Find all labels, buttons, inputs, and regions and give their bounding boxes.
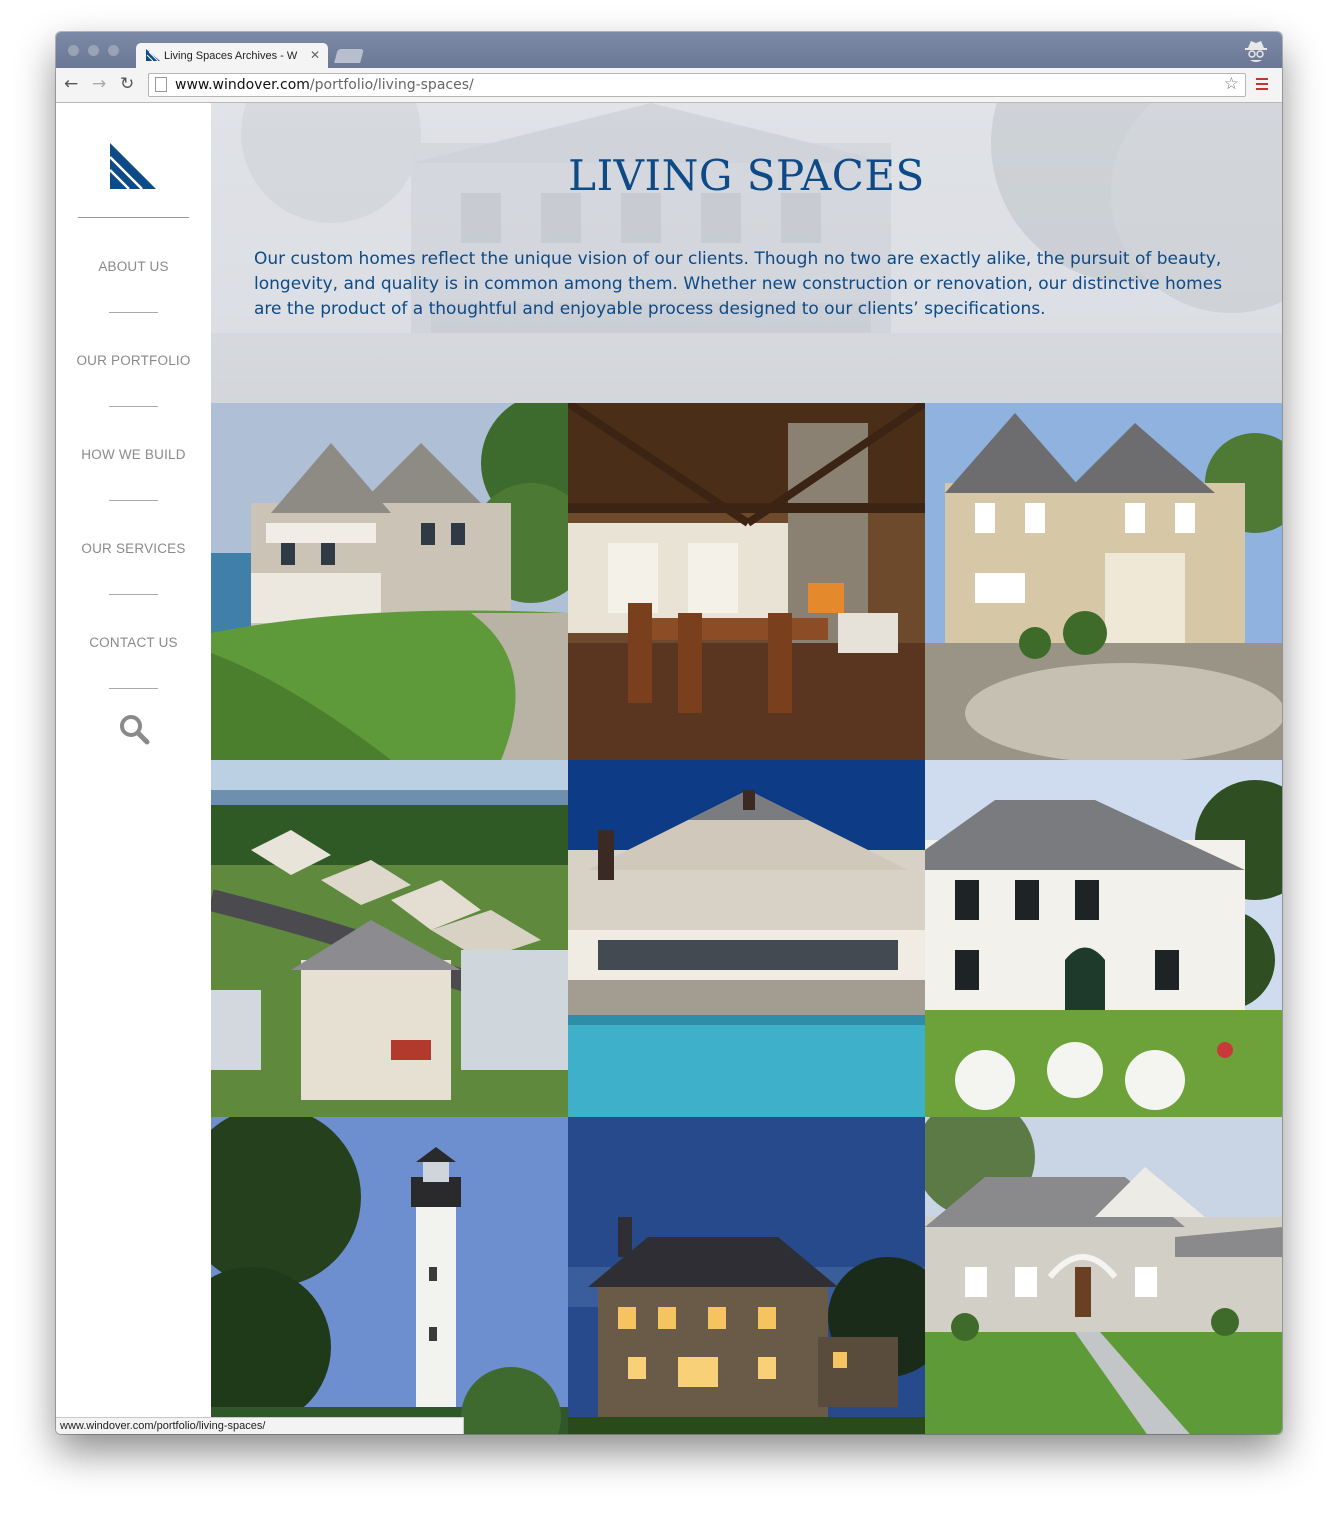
- nav-separator: [109, 406, 158, 407]
- gallery-tile-dusk-estate[interactable]: [568, 1117, 925, 1434]
- page-viewport: ABOUT US OUR PORTFOLIO HOW WE BUILD OUR …: [56, 103, 1282, 1434]
- status-bar-url: www.windover.com/portfolio/living-spaces…: [56, 1417, 464, 1434]
- page-description: Our custom homes reflect the unique visi…: [254, 249, 1223, 319]
- address-url[interactable]: www.windover.com/portfolio/living-spaces…: [175, 77, 474, 93]
- nav-separator: [109, 500, 158, 501]
- tab-close-icon[interactable]: ✕: [310, 48, 320, 62]
- coastal-home-image: [211, 403, 568, 760]
- nav-separator: [109, 688, 158, 689]
- gallery-tile-beige-colonial-courtyard[interactable]: [925, 403, 1282, 760]
- nav-contact-us[interactable]: CONTACT US: [56, 635, 211, 650]
- tab-title: Living Spaces Archives - W: [164, 50, 298, 62]
- dusk-estate-image: [568, 1117, 925, 1434]
- nav-our-services[interactable]: OUR SERVICES: [56, 541, 211, 556]
- browser-tab[interactable]: Living Spaces Archives - W ✕: [136, 43, 328, 68]
- address-bar[interactable]: www.windover.com/portfolio/living-spaces…: [148, 73, 1246, 97]
- gallery-tile-white-colonial-with-garden[interactable]: [925, 760, 1282, 1117]
- main-content: LIVING SPACES Our custom homes reflect t…: [211, 103, 1282, 1434]
- windover-logo-icon[interactable]: [110, 143, 156, 189]
- sidebar: ABOUT US OUR PORTFOLIO HOW WE BUILD OUR …: [56, 103, 212, 1434]
- gallery-tile-shingle-home-walkway[interactable]: [925, 1117, 1282, 1434]
- close-window-dot[interactable]: [68, 45, 79, 56]
- back-icon[interactable]: ←: [64, 74, 78, 94]
- beige-colonial-image: [925, 403, 1282, 760]
- reload-icon[interactable]: ↻: [120, 74, 134, 94]
- nav-separator: [109, 312, 158, 313]
- browser-menu-icon[interactable]: [1256, 78, 1268, 90]
- gallery-tile-aerial-neighborhood[interactable]: [211, 760, 568, 1117]
- bookmark-star-icon[interactable]: ☆: [1224, 74, 1239, 94]
- nav-about-us[interactable]: ABOUT US: [56, 259, 211, 274]
- new-tab-button[interactable]: [334, 49, 364, 63]
- forward-icon[interactable]: →: [92, 74, 106, 94]
- aerial-neighborhood-image: [211, 760, 568, 1117]
- minimize-window-dot[interactable]: [88, 45, 99, 56]
- page-icon: [155, 77, 167, 92]
- browser-titlebar: Living Spaces Archives - W ✕: [56, 32, 1282, 68]
- search-icon[interactable]: [118, 713, 150, 745]
- hero-banner: LIVING SPACES Our custom homes reflect t…: [211, 103, 1282, 403]
- zoom-window-dot[interactable]: [108, 45, 119, 56]
- page-title: LIVING SPACES: [568, 151, 925, 200]
- gallery-tile-lighthouse[interactable]: [211, 1117, 568, 1434]
- sidebar-divider: [78, 217, 189, 218]
- incognito-icon: [1245, 41, 1267, 62]
- gallery-tile-coastal-shingle-home[interactable]: [211, 403, 568, 760]
- gallery-tile-pool-house[interactable]: [568, 760, 925, 1117]
- browser-window: Living Spaces Archives - W ✕ ← → ↻ www.w…: [56, 32, 1282, 1434]
- lighthouse-image: [211, 1117, 568, 1434]
- shingle-home-image: [925, 1117, 1282, 1434]
- pool-house-image: [568, 760, 925, 1117]
- dining-room-image: [568, 403, 925, 760]
- gallery-tile-timber-frame-dining-room[interactable]: [568, 403, 925, 760]
- white-colonial-image: [925, 760, 1282, 1117]
- nav-our-portfolio[interactable]: OUR PORTFOLIO: [56, 353, 211, 368]
- site-favicon-icon: [146, 49, 160, 61]
- nav-how-we-build[interactable]: HOW WE BUILD: [56, 447, 211, 462]
- nav-separator: [109, 594, 158, 595]
- browser-toolbar: ← → ↻ www.windover.com/portfolio/living-…: [56, 68, 1282, 103]
